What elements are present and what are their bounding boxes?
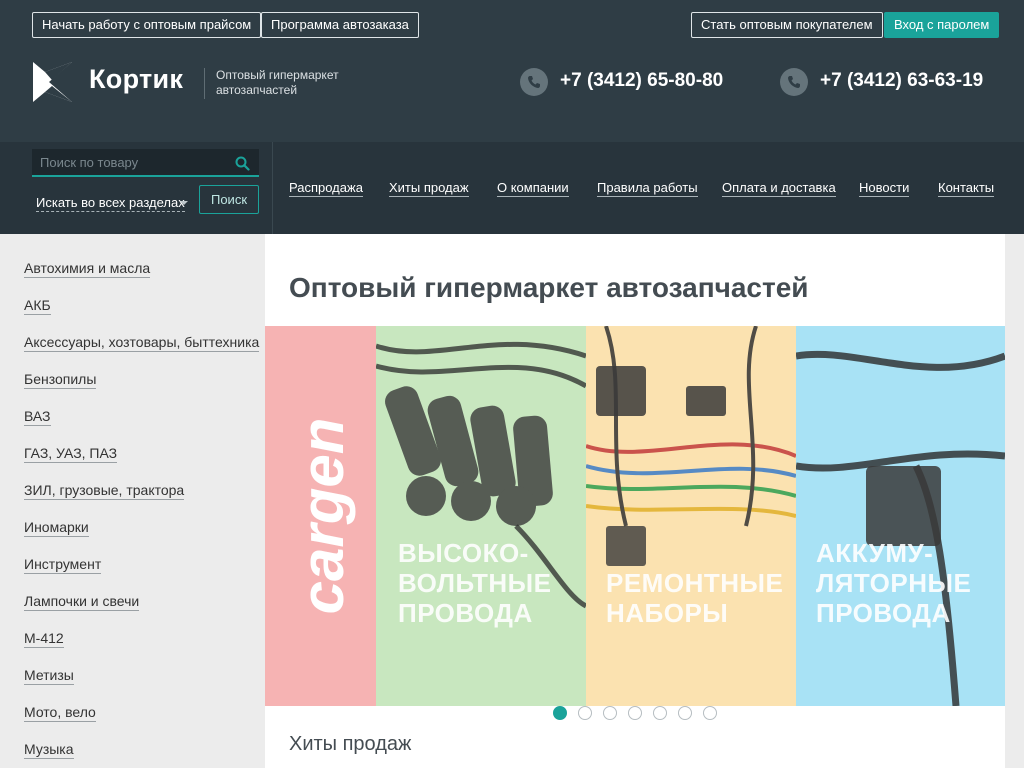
banner-panel1-line3: ПРОВОДА bbox=[398, 598, 533, 628]
search-scope-select[interactable]: Искать во всех разделах bbox=[36, 195, 185, 212]
slider-dot-active[interactable] bbox=[553, 706, 567, 720]
category-link[interactable]: М-412 bbox=[24, 630, 64, 648]
page-title: Оптовый гипермаркет автозапчастей bbox=[289, 272, 809, 303]
section-title-hits: Хиты продаж bbox=[289, 733, 412, 755]
category-link[interactable]: Иномарки bbox=[24, 519, 89, 537]
autoorder-button[interactable]: Программа автозаказа bbox=[261, 12, 419, 38]
repair-kit-image bbox=[586, 326, 796, 566]
nav-link-hits[interactable]: Хиты продаж bbox=[389, 180, 469, 197]
nav-link-contacts[interactable]: Контакты bbox=[938, 180, 995, 197]
banner-panel3-line3: ПРОВОДА bbox=[816, 598, 951, 628]
category-link[interactable]: Инструмент bbox=[24, 556, 102, 574]
banner-brand-panel: cargen bbox=[265, 326, 376, 706]
category-link[interactable]: ГАЗ, УАЗ, ПАЗ bbox=[24, 445, 118, 463]
search-icon[interactable] bbox=[235, 156, 250, 171]
slider-dot[interactable] bbox=[678, 706, 692, 720]
category-link[interactable]: АКБ bbox=[24, 297, 51, 315]
search-input[interactable] bbox=[32, 149, 232, 175]
nav-divider bbox=[272, 142, 273, 234]
login-button[interactable]: Вход с паролем bbox=[884, 12, 1000, 38]
banner-panel3-line2: ЛЯТОРНЫЕ bbox=[816, 568, 972, 598]
battery-wires-image bbox=[796, 350, 1005, 706]
category-link[interactable]: Мото, вело bbox=[24, 704, 96, 722]
category-link[interactable]: ВАЗ bbox=[24, 408, 51, 426]
phone-number-2[interactable]: +7 (3412) 63-63-19 bbox=[820, 70, 983, 92]
banner-panel1-line1: ВЫСОКО- bbox=[398, 538, 529, 568]
banner-panel3-line1: АККУМУ- bbox=[816, 538, 934, 568]
category-link[interactable]: Бензопилы bbox=[24, 371, 97, 389]
category-link[interactable]: Аксессуары, хозтовары, быттехника bbox=[24, 334, 260, 352]
category-link[interactable]: Автохимия и масла bbox=[24, 260, 151, 278]
phone-icon bbox=[520, 68, 548, 96]
category-link[interactable]: Метизы bbox=[24, 667, 74, 685]
nav-link-sale[interactable]: Распродажа bbox=[289, 180, 363, 197]
banner-panel1-line2: ВОЛЬТНЫЕ bbox=[398, 568, 552, 598]
banner-panel2-line1: РЕМОНТНЫЕ bbox=[606, 568, 784, 598]
nav-link-about[interactable]: О компании bbox=[497, 180, 569, 197]
chevron-down-icon[interactable] bbox=[180, 201, 188, 205]
nav-link-news[interactable]: Новости bbox=[859, 180, 910, 197]
banner-panel-repair-kits[interactable]: РЕМОНТНЫЕ НАБОРЫ bbox=[586, 326, 796, 706]
search-box bbox=[32, 149, 259, 177]
phone-number-1[interactable]: +7 (3412) 65-80-80 bbox=[560, 70, 723, 92]
become-buyer-button[interactable]: Стать оптовым покупателем bbox=[691, 12, 883, 38]
banner-panel2-line2: НАБОРЫ bbox=[606, 598, 729, 628]
slider-dot[interactable] bbox=[578, 706, 592, 720]
banner-panel-battery-wires[interactable]: АККУМУ- ЛЯТОРНЫЕ ПРОВОДА bbox=[796, 326, 1005, 706]
wholesale-price-button[interactable]: Начать работу с оптовым прайсом bbox=[32, 12, 262, 38]
brand-name[interactable]: Кортик bbox=[89, 64, 183, 95]
nav-link-rules[interactable]: Правила работы bbox=[597, 180, 698, 197]
category-link[interactable]: Лампочки и свечи bbox=[24, 593, 140, 611]
category-link[interactable]: ЗИЛ, грузовые, трактора bbox=[24, 482, 185, 500]
brand-tagline: Оптовый гипермаркет автозапчастей bbox=[216, 68, 339, 97]
nav-link-payment-delivery[interactable]: Оплата и доставка bbox=[722, 180, 836, 197]
slider-dot[interactable] bbox=[653, 706, 667, 720]
slider-dot[interactable] bbox=[703, 706, 717, 720]
banner-brand-logo: cargen bbox=[289, 417, 356, 615]
brand-divider bbox=[204, 68, 205, 99]
banner-panel-hv-wires[interactable]: ВЫСОКО- ВОЛЬТНЫЕ ПРОВОДА bbox=[376, 326, 586, 706]
slider-dot[interactable] bbox=[603, 706, 617, 720]
phone-icon bbox=[780, 68, 808, 96]
ignition-wires-image bbox=[376, 341, 586, 609]
search-button[interactable]: Поиск bbox=[199, 185, 259, 214]
logo-icon[interactable] bbox=[32, 60, 74, 104]
category-link[interactable]: Музыка bbox=[24, 741, 74, 759]
promo-banner[interactable]: cargen ВЫСОКО- ВОЛЬТНЫЕ ПРОВОДА РЕМОНТНЫ… bbox=[265, 326, 1005, 706]
slider-dot[interactable] bbox=[628, 706, 642, 720]
